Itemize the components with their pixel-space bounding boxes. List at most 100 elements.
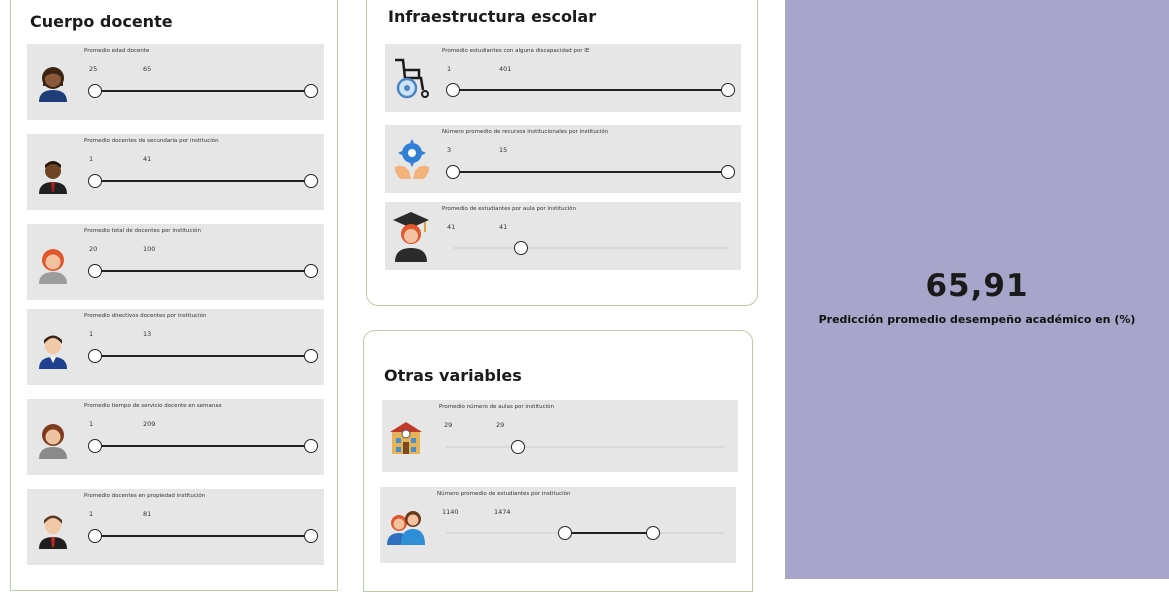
slider-track[interactable]: [88, 84, 318, 98]
slider-rail: [446, 446, 724, 448]
slider-card-directivos: Promedio directivos docentes por institu…: [27, 309, 324, 385]
slider-min-value: 3: [447, 146, 452, 154]
slider-max-handle[interactable]: [721, 83, 735, 97]
slider-max-handle[interactable]: [304, 349, 318, 363]
slider-track[interactable]: [446, 440, 724, 454]
slider-min-value: 20: [89, 245, 98, 253]
slider-min-value: 1: [447, 65, 452, 73]
slider-card-estudiantes-aula: Promedio de estudiantes por aula por ins…: [385, 202, 741, 270]
school-building-icon: [388, 418, 424, 460]
slider-max-value: 13: [143, 330, 152, 338]
slider-label: Promedio número de aulas por institución: [439, 404, 555, 410]
slider-max-value: 1474: [494, 508, 511, 516]
slider-handle[interactable]: [511, 440, 525, 454]
slider-range-fill: [95, 355, 311, 357]
slider-handle[interactable]: [514, 241, 528, 255]
teacher-redhair-icon: [35, 244, 71, 288]
slider-max-value: 100: [143, 245, 156, 253]
slider-min-handle[interactable]: [88, 174, 102, 188]
slider-min-handle[interactable]: [446, 83, 460, 97]
slider-card-docentes-propiedad: Promedio docentes en propiedad instituci…: [27, 489, 324, 565]
slider-max-handle[interactable]: [304, 84, 318, 98]
prediction-panel: 65,91 Predicción promedio desempeño acad…: [785, 0, 1169, 579]
slider-label: Número promedio de recursos instituciona…: [442, 129, 609, 135]
cuerpo-docente-title: Cuerpo docente: [30, 12, 173, 31]
slider-min-value: 1: [89, 420, 94, 428]
slider-min-handle[interactable]: [446, 165, 460, 179]
slider-track[interactable]: [88, 529, 318, 543]
teacher-woman-icon: [35, 62, 71, 106]
slider-card-edad-docente: Promedio edad docente 25 65: [27, 44, 324, 120]
infraestructura-title: Infraestructura escolar: [388, 7, 597, 26]
slider-label: Promedio directivos docentes por institu…: [84, 313, 207, 319]
otras-variables-title: Otras variables: [384, 366, 522, 385]
slider-range-fill: [95, 445, 311, 447]
slider-card-estudiantes-institucion: Número promedio de estudiantes por insti…: [380, 487, 736, 563]
slider-max-handle[interactable]: [304, 529, 318, 543]
slider-track[interactable]: [88, 349, 318, 363]
slider-min-handle[interactable]: [88, 529, 102, 543]
slider-label: Promedio total de docentes por instituci…: [84, 228, 201, 234]
gear-hands-icon: [393, 137, 431, 185]
slider-max-value: 81: [143, 510, 152, 518]
slider-max-value: 65: [143, 65, 152, 73]
slider-card-discapacidad: Promedio estudiantes con alguna discapac…: [385, 44, 741, 112]
slider-min-value: 41: [447, 223, 456, 231]
wheelchair-icon: [391, 56, 431, 104]
slider-range-fill: [565, 532, 653, 534]
slider-range-fill: [95, 270, 311, 272]
slider-range-fill: [453, 171, 728, 173]
slider-max-value: 209: [143, 420, 156, 428]
slider-card-aulas: Promedio número de aulas por institución…: [382, 400, 738, 472]
slider-max-value: 401: [499, 65, 512, 73]
slider-track[interactable]: [453, 241, 728, 255]
students-icon: [386, 509, 426, 549]
slider-card-recursos: Número promedio de recursos instituciona…: [385, 125, 741, 193]
slider-label: Promedio estudiantes con alguna discapac…: [442, 48, 590, 54]
slider-min-value: 1: [89, 155, 94, 163]
slider-min-value: 1140: [442, 508, 459, 516]
slider-card-docentes-secundaria: Promedio docentes de secundaria por inst…: [27, 134, 324, 210]
director-icon: [35, 329, 71, 373]
slider-track[interactable]: [88, 439, 318, 453]
slider-min-handle[interactable]: [88, 264, 102, 278]
slider-max-handle[interactable]: [304, 439, 318, 453]
slider-min-handle[interactable]: [88, 349, 102, 363]
slider-label: Promedio tiempo de servicio docente en s…: [84, 403, 222, 409]
slider-label: Promedio edad docente: [84, 48, 150, 54]
slider-max-value: 15: [499, 146, 508, 154]
slider-label: Promedio docentes de secundaria por inst…: [84, 138, 219, 144]
teacher-man-icon: [35, 154, 71, 198]
slider-range-fill: [453, 89, 728, 91]
slider-max-handle[interactable]: [721, 165, 735, 179]
slider-max-handle[interactable]: [304, 174, 318, 188]
slider-min-value: 1: [89, 510, 94, 518]
slider-max-handle[interactable]: [646, 526, 660, 540]
slider-min-handle[interactable]: [88, 439, 102, 453]
slider-min-value: 25: [89, 65, 98, 73]
slider-min-handle[interactable]: [88, 84, 102, 98]
slider-card-total-docentes: Promedio total de docentes por instituci…: [27, 224, 324, 300]
slider-rail: [453, 247, 728, 249]
slider-track[interactable]: [88, 264, 318, 278]
slider-label: Promedio de estudiantes por aula por ins…: [442, 206, 576, 212]
slider-max-value: 41: [143, 155, 152, 163]
teacher-tie-icon: [35, 509, 71, 553]
slider-track[interactable]: [446, 165, 735, 179]
slider-range-fill: [95, 535, 311, 537]
slider-track[interactable]: [446, 83, 735, 97]
slider-range-fill: [95, 90, 311, 92]
slider-min-handle[interactable]: [558, 526, 572, 540]
slider-max-value: 41: [499, 223, 508, 231]
slider-track[interactable]: [446, 526, 724, 540]
slider-label: Promedio docentes en propiedad instituci…: [84, 493, 206, 499]
slider-track[interactable]: [88, 174, 318, 188]
prediction-label: Predicción promedio desempeño académico …: [818, 313, 1136, 326]
prediction-value: 65,91: [925, 268, 1029, 304]
teacher-brown-hair-icon: [35, 419, 71, 463]
slider-label: Número promedio de estudiantes por insti…: [437, 491, 571, 497]
slider-max-value: 29: [496, 421, 505, 429]
slider-card-tiempo-servicio: Promedio tiempo de servicio docente en s…: [27, 399, 324, 475]
slider-range-fill: [95, 180, 311, 182]
slider-max-handle[interactable]: [304, 264, 318, 278]
